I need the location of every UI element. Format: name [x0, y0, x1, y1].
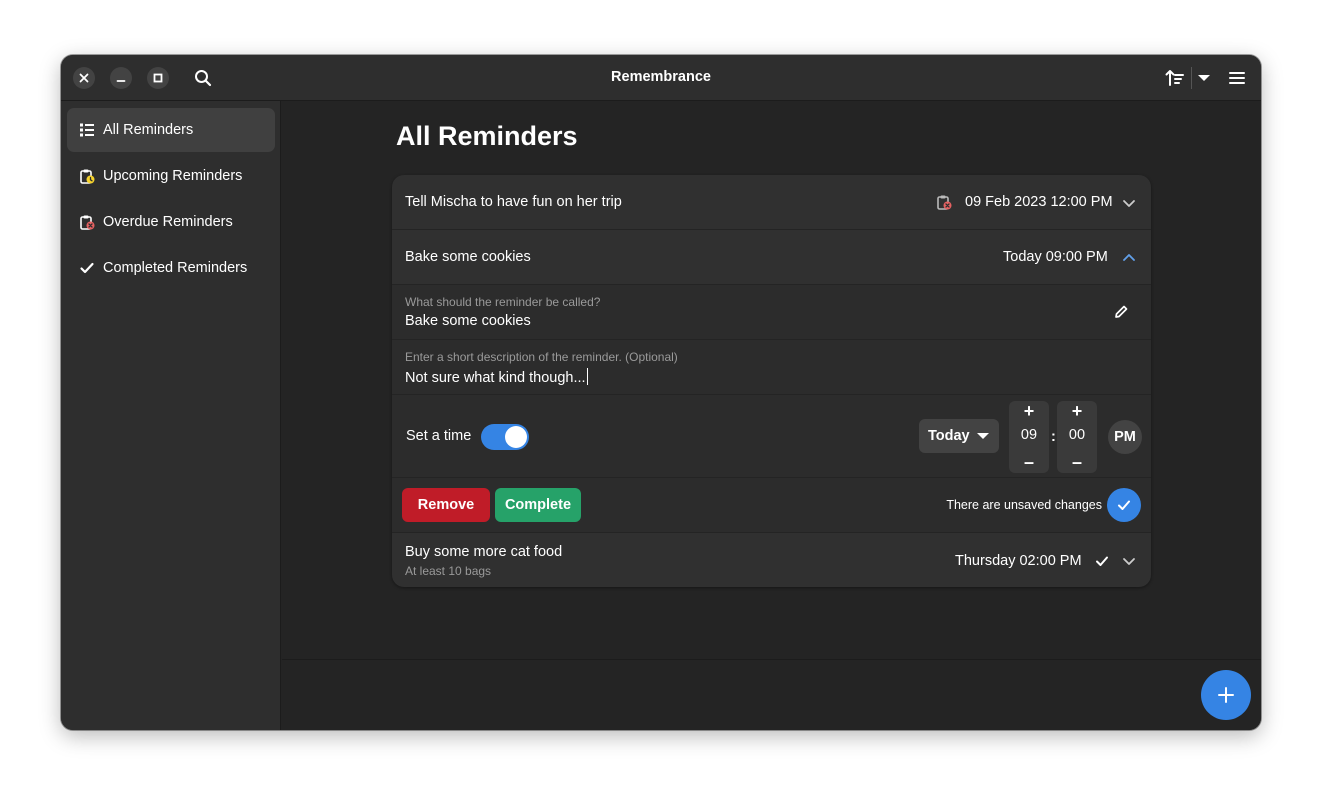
- edit-pencil-icon[interactable]: [1113, 304, 1129, 320]
- list-icon: [80, 123, 94, 137]
- remove-button[interactable]: Remove: [402, 488, 490, 522]
- reminder-row[interactable]: Tell Mischa to have fun on her trip 09 F…: [392, 175, 1151, 230]
- app-window: Remembrance All Reminders Upcoming Remin…: [61, 55, 1261, 730]
- unsaved-changes-label: There are unsaved changes: [946, 498, 1102, 512]
- sidebar-item-label: Completed Reminders: [103, 260, 248, 276]
- pan-down-icon: [977, 433, 989, 439]
- save-button[interactable]: [1107, 488, 1141, 522]
- time-settings-row: Set a time Today + 09 – : + 00 – PM: [392, 395, 1151, 478]
- add-icon: [1218, 687, 1234, 703]
- headerbar-separator: [1191, 67, 1192, 89]
- reminder-date: 09 Feb 2023 12:00 PM: [965, 194, 1113, 210]
- sort-menu-button[interactable]: [1194, 68, 1214, 88]
- clipboard-overdue-icon: [80, 215, 95, 230]
- time-separator: :: [1051, 429, 1056, 445]
- minute-value[interactable]: 00: [1057, 427, 1097, 443]
- footer-separator: [282, 659, 1261, 660]
- reminder-title: Bake some cookies: [405, 249, 531, 265]
- reminder-row[interactable]: Buy some more cat food At least 10 bags …: [392, 533, 1151, 587]
- sidebar-item-completed-reminders[interactable]: Completed Reminders: [67, 246, 275, 290]
- reminder-title: Buy some more cat food: [405, 544, 563, 560]
- switch-knob: [505, 426, 527, 448]
- hour-increment-button[interactable]: +: [1009, 401, 1049, 421]
- main-content: All Reminders Tell Mischa to have fun on…: [282, 101, 1261, 730]
- pan-down-icon: [1198, 75, 1210, 81]
- sort-ascending-icon: [1165, 70, 1184, 86]
- hamburger-menu-icon: [1229, 72, 1245, 84]
- complete-button[interactable]: Complete: [495, 488, 581, 522]
- day-dropdown[interactable]: Today: [919, 419, 999, 453]
- reminders-list: Tell Mischa to have fun on her trip 09 F…: [392, 175, 1151, 587]
- description-input[interactable]: Not sure what kind though...: [405, 368, 588, 386]
- minute-increment-button[interactable]: +: [1057, 401, 1097, 421]
- chevron-down-icon[interactable]: [1122, 196, 1136, 210]
- clipboard-upcoming-icon: [80, 169, 95, 184]
- set-time-label: Set a time: [406, 428, 472, 444]
- chevron-down-icon[interactable]: [1122, 554, 1136, 568]
- reminder-title: Tell Mischa to have fun on her trip: [405, 194, 622, 210]
- checkmark-icon: [1118, 500, 1130, 510]
- add-reminder-button[interactable]: [1201, 670, 1251, 720]
- reminder-subtitle: At least 10 bags: [405, 564, 492, 578]
- checkmark-icon: [80, 262, 94, 274]
- reminder-date: Thursday 02:00 PM: [955, 553, 1082, 569]
- hour-decrement-button[interactable]: –: [1009, 452, 1049, 472]
- sidebar-item-label: Upcoming Reminders: [103, 168, 243, 184]
- reminder-title-field[interactable]: What should the reminder be called? Bake…: [392, 285, 1151, 340]
- field-label: What should the reminder be called?: [405, 295, 601, 309]
- set-time-switch[interactable]: [481, 424, 529, 450]
- sidebar-item-label: All Reminders: [103, 122, 194, 138]
- sidebar-item-overdue-reminders[interactable]: Overdue Reminders: [67, 200, 275, 244]
- sidebar-item-all-reminders[interactable]: All Reminders: [67, 108, 275, 152]
- sidebar-item-label: Overdue Reminders: [103, 214, 233, 230]
- reminder-date: Today 09:00 PM: [1003, 249, 1108, 265]
- minute-decrement-button[interactable]: –: [1057, 452, 1097, 472]
- minute-spinner: + 00 –: [1057, 401, 1097, 473]
- checkmark-icon: [1096, 556, 1108, 566]
- reminder-description-field[interactable]: Enter a short description of the reminde…: [392, 340, 1151, 395]
- reminder-actions-row: Remove Complete There are unsaved change…: [392, 478, 1151, 533]
- sidebar: All Reminders Upcoming Reminders Overdue…: [61, 101, 281, 730]
- page-title: All Reminders: [396, 121, 578, 151]
- ampm-toggle-button[interactable]: PM: [1108, 420, 1142, 454]
- title-input[interactable]: Bake some cookies: [405, 313, 531, 329]
- field-label: Enter a short description of the reminde…: [405, 350, 678, 364]
- sort-button[interactable]: [1164, 68, 1186, 88]
- hour-spinner: + 09 –: [1009, 401, 1049, 473]
- hour-value[interactable]: 09: [1009, 427, 1049, 443]
- window-title: Remembrance: [611, 69, 711, 85]
- main-menu-button[interactable]: [1227, 68, 1247, 88]
- description-text: Not sure what kind though...: [405, 370, 586, 386]
- headerbar: Remembrance: [61, 55, 1261, 101]
- day-dropdown-value: Today: [928, 428, 970, 444]
- reminder-row-expanded[interactable]: Bake some cookies Today 09:00 PM: [392, 230, 1151, 285]
- text-cursor: [586, 368, 588, 385]
- clipboard-overdue-icon: [937, 195, 952, 210]
- chevron-up-icon[interactable]: [1122, 251, 1136, 265]
- sidebar-item-upcoming-reminders[interactable]: Upcoming Reminders: [67, 154, 275, 198]
